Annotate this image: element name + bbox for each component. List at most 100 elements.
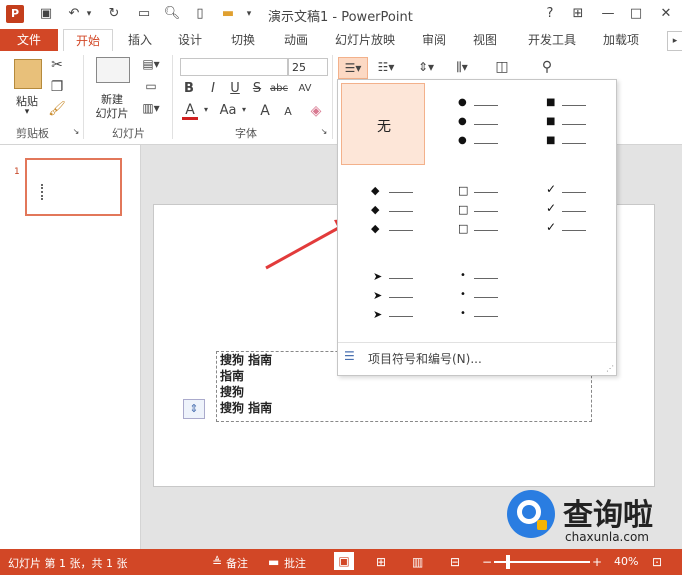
bullet-hollow-square-option[interactable]: □ □ □ (434, 170, 518, 252)
bold-button[interactable]: B (182, 81, 196, 96)
bullet-filled-square-option[interactable]: ■ ■ ■ (528, 83, 612, 165)
clipboard-launcher-icon[interactable]: ↘ (72, 127, 80, 136)
watermark: 查询啦 chaxunla.com (505, 488, 681, 548)
tab-animations[interactable]: 动画 (274, 29, 318, 51)
normal-view-icon[interactable]: ▣ (334, 552, 354, 570)
font-launcher-icon[interactable]: ↘ (320, 127, 328, 136)
tab-home[interactable]: 开始 (63, 29, 113, 53)
undo-icon[interactable]: ↶ (64, 5, 84, 23)
bullet-diamond-option[interactable]: ◆ ◆ ◆ (341, 170, 425, 252)
strikethrough-button[interactable]: S (250, 81, 264, 96)
font-size-combo[interactable]: 25 (288, 58, 328, 76)
autofit-options-icon[interactable]: ⇕ (183, 399, 205, 419)
undo-dropdown-icon[interactable]: ▾ (84, 5, 94, 23)
ribbon-display-options-button[interactable]: ⊞ (568, 5, 588, 23)
font-color-dropdown-icon[interactable]: ▾ (202, 105, 210, 114)
scroll-tabs-right-icon[interactable]: ▸ (667, 31, 682, 51)
minimize-button[interactable]: — (598, 5, 618, 23)
character-spacing-button[interactable]: AV (296, 83, 314, 94)
print-preview-icon[interactable]: 🔍︎ (162, 5, 182, 23)
line-spacing-button[interactable]: ⇕▾ (412, 57, 440, 77)
notes-button[interactable]: 备注 (226, 555, 248, 571)
line-icon (474, 143, 498, 144)
tab-transitions[interactable]: 切换 (221, 29, 265, 51)
paste-dropdown-icon[interactable]: ▾ (22, 107, 32, 117)
columns-button[interactable]: ⫼▾ (448, 57, 476, 77)
new-slide-icon[interactable] (96, 57, 130, 83)
bullet-small-dot-option[interactable]: • • • (434, 256, 518, 338)
bullets-button[interactable]: ☰▾ (338, 57, 368, 79)
cut-icon[interactable]: ✂ (48, 57, 66, 73)
slideshow-from-start-icon[interactable]: ▭ (134, 5, 154, 23)
bullet-none-option[interactable]: 无 (341, 83, 425, 165)
slide-text-line[interactable]: 指南 (220, 367, 244, 384)
small-dot-bullet-icon: • (460, 289, 466, 300)
save-icon[interactable]: ▣ (36, 5, 56, 23)
format-painter-icon[interactable]: 🖌︎ (48, 101, 66, 117)
tab-file[interactable]: 文件 (0, 29, 58, 51)
clear-formatting-icon[interactable]: ◈ (308, 103, 324, 119)
new-document-icon[interactable]: ▯ (190, 5, 210, 23)
maximize-button[interactable]: □ (626, 5, 646, 23)
numbering-button[interactable]: ☷▾ (372, 57, 400, 77)
underline-button[interactable]: U (228, 81, 242, 96)
layout-icon[interactable]: ▤▾ (140, 57, 162, 71)
fit-to-window-icon[interactable]: ⊡ (652, 555, 662, 569)
paste-icon[interactable] (14, 59, 42, 89)
line-icon (389, 316, 413, 317)
line-icon (474, 192, 498, 193)
tab-review[interactable]: 审阅 (412, 29, 456, 51)
comments-icon[interactable]: ▬ (268, 555, 279, 569)
shapes-icon[interactable]: ◫ (492, 59, 512, 75)
font-name-combo[interactable] (180, 58, 288, 76)
italic-button[interactable]: I (206, 81, 220, 96)
slide-text-line[interactable]: 搜狗 指南 (220, 351, 272, 368)
zoom-slider-thumb[interactable] (506, 555, 510, 569)
zoom-level[interactable]: 40% (614, 555, 638, 568)
redo-icon[interactable]: ↻ (104, 5, 124, 23)
round-bullet-icon: ● (458, 116, 467, 127)
reading-view-icon[interactable]: ▥ (412, 555, 423, 569)
thumbnail-text-preview (41, 184, 49, 200)
tab-addins[interactable]: 加载项 (598, 29, 644, 51)
tab-design[interactable]: 设计 (168, 29, 212, 51)
resize-grip-icon[interactable]: ⋰ (606, 364, 614, 373)
zoom-in-icon[interactable]: + (592, 555, 602, 569)
copy-icon[interactable]: ❐ (48, 79, 66, 95)
font-color-button[interactable]: A (182, 103, 198, 120)
zoom-out-icon[interactable]: − (482, 555, 492, 569)
slide-text-line[interactable]: 搜狗 (220, 383, 244, 400)
bullet-arrow-option[interactable]: ➤ ➤ ➤ (341, 256, 425, 338)
section-icon[interactable]: ▥▾ (140, 101, 162, 115)
open-folder-icon[interactable]: ▬ (218, 5, 238, 23)
group-separator (332, 55, 333, 139)
tab-view[interactable]: 视图 (463, 29, 507, 51)
slideshow-view-icon[interactable]: ⊟ (450, 555, 460, 569)
bullets-and-numbering-menu-item[interactable]: ☰ 项目符号和编号(N)... (338, 344, 616, 372)
slide-thumbnail[interactable] (25, 158, 122, 216)
text-shadow-button[interactable]: abc (268, 83, 290, 94)
slide-text-line[interactable]: 搜狗 指南 (220, 399, 272, 416)
reset-icon[interactable]: ▭ (140, 79, 162, 93)
tab-slideshow[interactable]: 幻灯片放映 (329, 29, 401, 51)
change-case-dropdown-icon[interactable]: ▾ (240, 105, 248, 114)
tab-developer[interactable]: 开发工具 (522, 29, 582, 51)
change-case-button[interactable]: Aa (216, 103, 240, 118)
line-icon (474, 278, 498, 279)
comments-button[interactable]: 批注 (284, 555, 306, 571)
customize-toolbar-icon[interactable]: ▾ (242, 5, 256, 23)
notes-icon[interactable]: ≜ (212, 555, 222, 569)
tab-insert[interactable]: 插入 (118, 29, 162, 51)
help-button[interactable]: ? (540, 5, 560, 23)
hollow-square-bullet-icon: □ (458, 203, 469, 216)
find-icon[interactable]: ⚲ (536, 59, 558, 75)
line-icon (474, 230, 498, 231)
bullet-checkmark-option[interactable]: ✓ ✓ ✓ (528, 170, 612, 252)
slide-sorter-icon[interactable]: ⊞ (376, 555, 386, 569)
bullet-filled-round-option[interactable]: ● ● ● (434, 83, 518, 165)
new-slide-label-line2[interactable]: 幻灯片 (88, 105, 136, 121)
line-icon (389, 211, 413, 212)
close-button[interactable]: ✕ (656, 5, 676, 23)
increase-font-size-button[interactable]: A (258, 103, 272, 119)
decrease-font-size-button[interactable]: A (282, 105, 294, 118)
